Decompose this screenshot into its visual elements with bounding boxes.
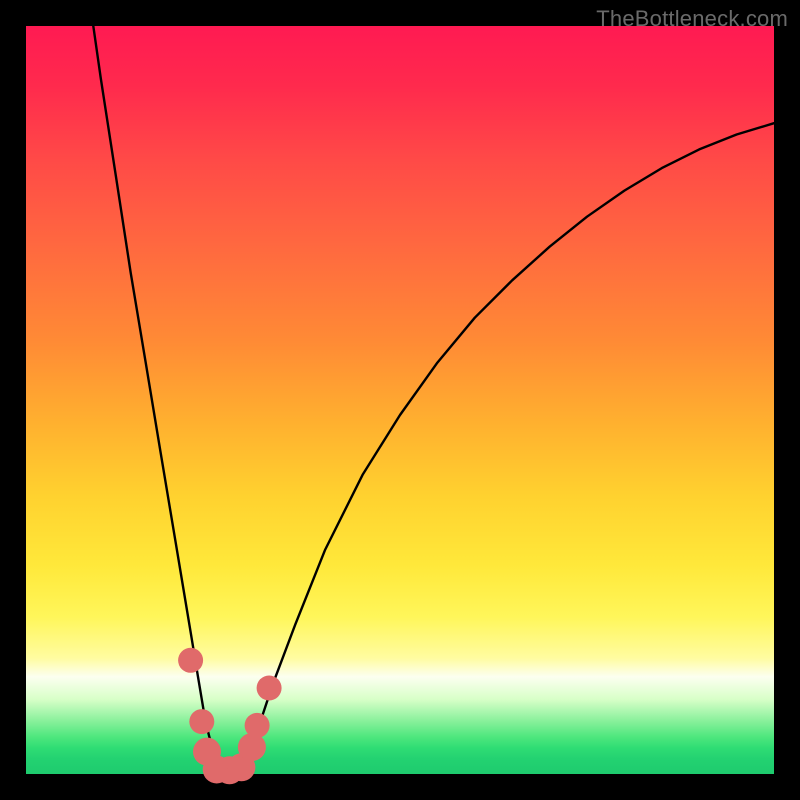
watermark-text: TheBottleneck.com — [596, 6, 788, 32]
curve-marker — [189, 709, 214, 734]
chart-frame: TheBottleneck.com — [0, 0, 800, 800]
curve-marker — [257, 676, 282, 701]
chart-svg — [26, 26, 774, 774]
curve-marker — [245, 713, 270, 738]
curve-markers — [178, 648, 282, 785]
chart-plot-area — [26, 26, 774, 774]
curve-marker — [238, 733, 266, 761]
curve-marker — [178, 648, 203, 673]
